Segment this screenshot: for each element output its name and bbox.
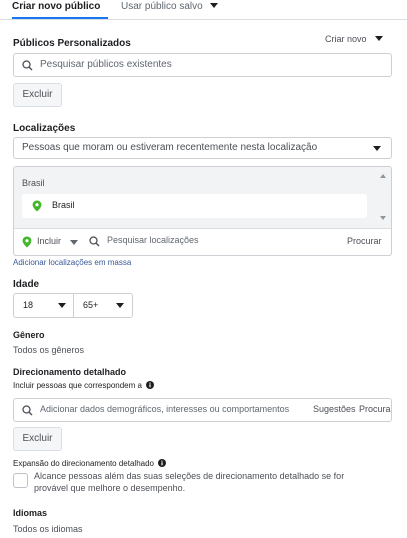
custom-audience-search-placeholder: Pesquisar públicos existentes	[40, 59, 172, 70]
location-search-placeholder: Pesquisar localizações	[107, 235, 199, 245]
location-search-input[interactable]: Pesquisar localizações	[89, 234, 334, 250]
age-max-select[interactable]: 65+	[74, 294, 132, 317]
include-dropdown[interactable]: Incluir	[22, 235, 80, 249]
age-min-select[interactable]: 18	[14, 294, 74, 317]
scroll-up-icon[interactable]	[380, 174, 386, 178]
targeting-expansion-title: Expansão do direcionamento detalhado	[13, 459, 167, 468]
custom-audience-search-input[interactable]: Pesquisar públicos existentes	[13, 53, 392, 77]
detailed-targeting-placeholder: Adicionar dados demográficos, interesses…	[40, 404, 290, 414]
custom-audiences-title: Públicos Personalizados	[13, 38, 131, 49]
targeting-expansion-title-text: Expansão do direcionamento detalhado	[13, 459, 154, 468]
gender-value[interactable]: Todos os gêneros	[13, 345, 84, 355]
detailed-targeting-search-input[interactable]: Adicionar dados demográficos, interesses…	[13, 398, 392, 422]
selected-location-item[interactable]: Brasil	[22, 194, 367, 218]
languages-value[interactable]: Todos os idiomas	[13, 524, 83, 534]
create-new-dropdown-label: Criar novo	[325, 34, 367, 44]
tab-use-saved-label: Usar público salvo	[121, 1, 203, 12]
targeting-expansion-checkbox[interactable]	[13, 473, 28, 488]
age-min-value: 18	[23, 300, 34, 310]
location-pin-icon	[32, 200, 42, 212]
suggestions-button[interactable]: Sugestões	[313, 404, 356, 414]
create-new-dropdown[interactable]: Criar novo	[325, 34, 384, 44]
location-people-select-value: Pessoas que moram ou estiveram recenteme…	[22, 142, 318, 153]
chevron-down-icon	[209, 3, 218, 8]
info-icon[interactable]	[146, 381, 155, 389]
location-list-panel: Brasil Brasil Incluir Pesquisar localiza…	[13, 166, 392, 256]
search-icon	[22, 405, 33, 416]
location-pin-icon	[22, 236, 32, 248]
browse-locations-button[interactable]: Procurar	[347, 236, 382, 246]
tab-use-saved[interactable]: Usar público salvo	[121, 0, 218, 18]
location-search-row: Incluir Pesquisar localizações Procurar	[14, 229, 391, 255]
search-icon	[22, 60, 33, 71]
chevron-down-icon	[116, 303, 124, 308]
detailed-targeting-title: Direcionamento detalhado	[13, 367, 127, 377]
gender-title: Gênero	[13, 330, 45, 340]
detailed-targeting-placeholder-wrap: Adicionar dados demográficos, interesses…	[40, 399, 310, 421]
tab-divider	[0, 19, 407, 20]
languages-title: Idiomas	[13, 508, 48, 518]
info-icon[interactable]	[158, 459, 167, 467]
targeting-expansion-description: Alcance pessoas além das suas seleções d…	[34, 470, 344, 494]
search-icon	[89, 236, 100, 247]
expansion-text-line-1: Alcance pessoas além das suas seleções d…	[34, 471, 345, 481]
expansion-text-line-2: provável que melhore o desempenho.	[34, 483, 186, 493]
browse-targeting-button[interactable]: Procurar	[359, 404, 391, 414]
chevron-down-icon	[375, 36, 384, 41]
age-max-value: 65+	[83, 300, 99, 310]
age-title: Idade	[13, 279, 40, 290]
scroll-down-icon[interactable]	[380, 216, 386, 220]
exclude-targeting-button[interactable]: Excluir	[13, 427, 62, 451]
locations-title: Localizações	[13, 123, 76, 134]
selected-location-label: Brasil	[52, 200, 75, 210]
include-label-text: Incluir pessoas que correspondem a	[13, 381, 142, 390]
bulk-locations-link[interactable]: Adicionar localizações em massa	[13, 258, 131, 267]
exclude-audience-button[interactable]: Excluir	[13, 83, 62, 107]
chevron-down-icon	[373, 146, 381, 151]
age-range-select: 18 65+	[13, 293, 133, 318]
tab-create-new[interactable]: Criar novo público	[12, 0, 100, 18]
detailed-targeting-include-label: Incluir pessoas que correspondem a	[13, 381, 155, 390]
chevron-down-icon	[70, 240, 78, 245]
include-dropdown-label: Incluir	[37, 236, 62, 246]
location-group-header: Brasil	[22, 178, 45, 188]
location-people-select[interactable]: Pessoas que moram ou estiveram recenteme…	[13, 137, 392, 159]
chevron-down-icon	[58, 303, 66, 308]
